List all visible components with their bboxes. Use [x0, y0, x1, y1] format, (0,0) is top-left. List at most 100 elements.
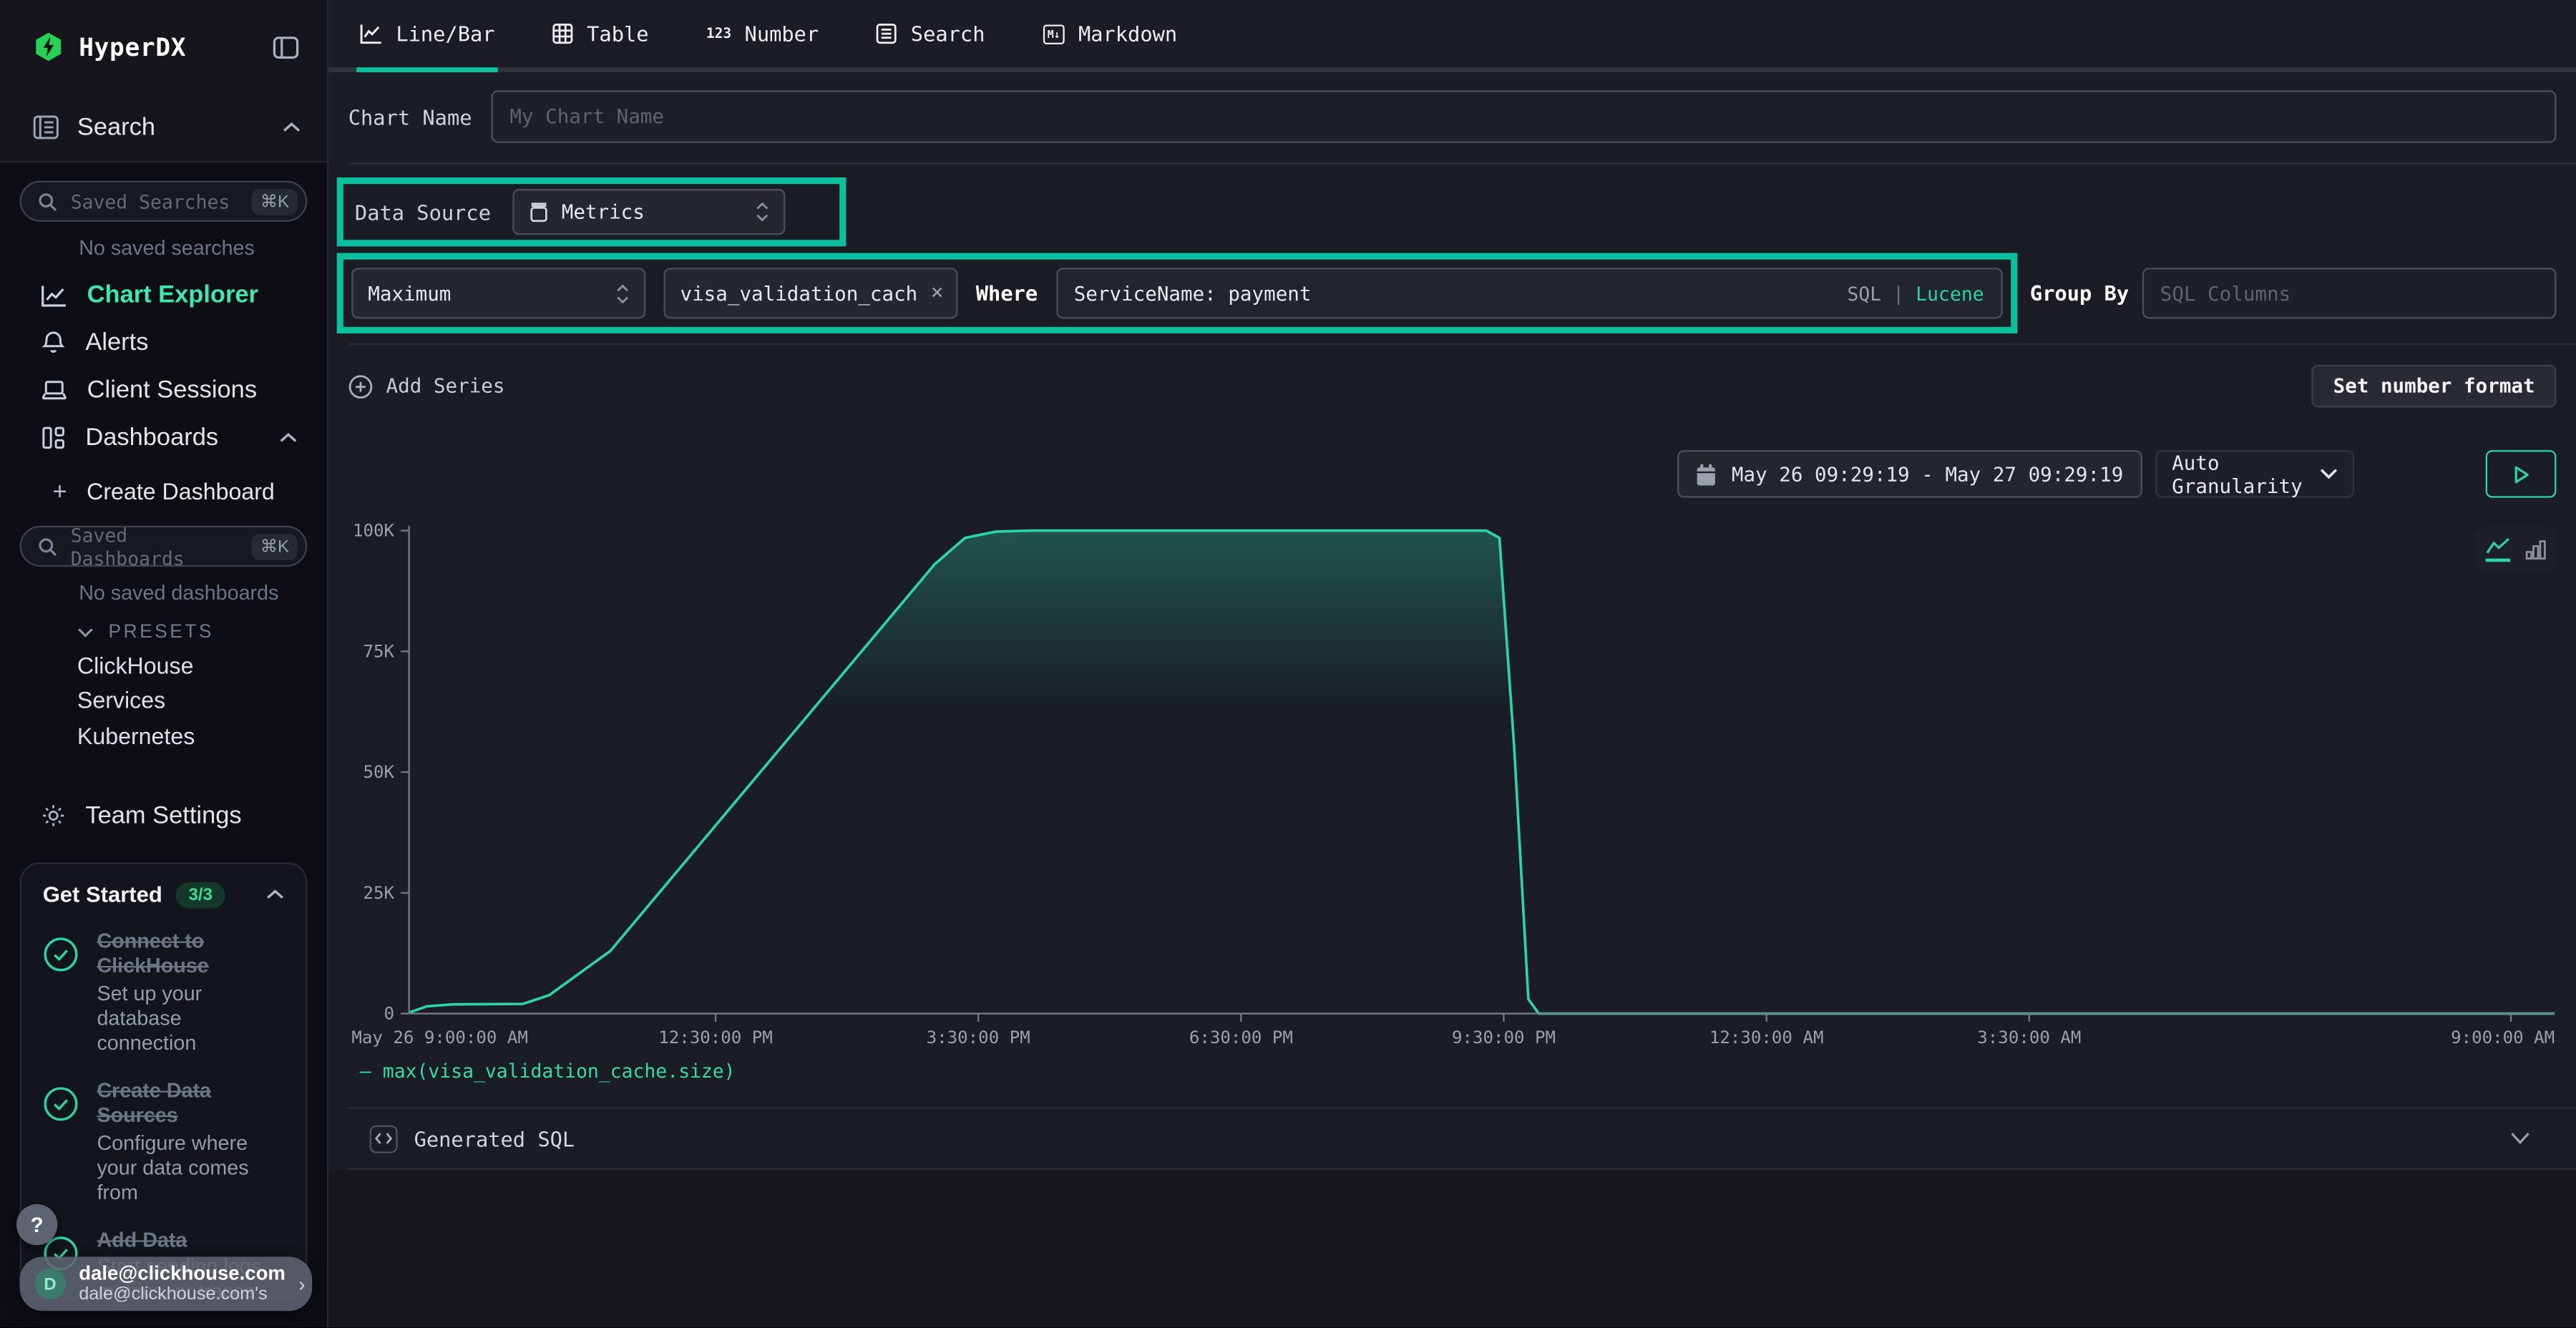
preset-clickhouse[interactable]: ClickHouse [20, 648, 308, 683]
granularity-select[interactable]: Auto Granularity [2155, 450, 2354, 498]
list-doc-icon [877, 23, 898, 44]
tab-markdown[interactable]: M↓ Markdown [1039, 0, 1181, 72]
sidebar-section-search[interactable]: Search [0, 94, 327, 162]
chart-name-placeholder: My Chart Name [509, 105, 664, 128]
chart-builder: Chart Name My Chart Name Data Source Met… [328, 72, 2576, 1170]
get-started-item[interactable]: Create Data Sources Configure where your… [43, 1078, 285, 1206]
chart-name-input[interactable]: My Chart Name [492, 90, 2556, 142]
svg-text:75K: 75K [363, 641, 394, 661]
help-label: ? [31, 1212, 44, 1236]
saved-dashboards-input[interactable]: Saved Dashboards ⌘K [20, 526, 308, 567]
data-source-value: Metrics [562, 200, 743, 223]
saved-searches-input[interactable]: Saved Searches ⌘K [20, 181, 308, 222]
sql-mode-toggle[interactable]: SQL [1847, 282, 1881, 305]
where-input[interactable]: ServiceName: payment SQL | Lucene [1055, 268, 2001, 318]
close-icon[interactable]: × [931, 281, 944, 306]
user-subtitle: dale@clickhouse.com's [79, 1285, 286, 1305]
tab-number[interactable]: 123 Number [703, 0, 821, 72]
group-by-input[interactable]: SQL Columns [2142, 268, 2557, 318]
brand[interactable]: HyperDX [33, 31, 186, 63]
svg-text:100K: 100K [353, 521, 395, 541]
lucene-mode-toggle[interactable]: Lucene [1916, 282, 1984, 305]
sidebar-item-chart-explorer[interactable]: Chart Explorer [20, 271, 308, 319]
chart-name-label: Chart Name [348, 104, 472, 129]
data-source-select[interactable]: Metrics [512, 189, 785, 235]
svg-text:May 26 9:00:00 AM: May 26 9:00:00 AM [351, 1027, 528, 1048]
get-started-progress-badge: 3/3 [175, 882, 225, 908]
sidebar-item-label: Chart Explorer [87, 281, 258, 309]
get-started-item-title: Connect to ClickHouse [97, 929, 284, 980]
date-range-picker[interactable]: May 26 09:29:19 - May 27 09:29:19 [1677, 450, 2142, 498]
markdown-icon: M↓ [1043, 24, 1065, 44]
generated-sql-toggle[interactable]: Generated SQL [348, 1109, 2557, 1168]
no-saved-dashboards-note: No saved dashboards [79, 582, 307, 605]
get-started-item[interactable]: Connect to ClickHouse Set up your databa… [43, 929, 285, 1057]
run-query-button[interactable] [2486, 450, 2557, 498]
chart-toolbar: May 26 09:29:19 - May 27 09:29:19 Auto G… [348, 450, 2557, 498]
tab-label: Markdown [1078, 21, 1177, 46]
chart-style-toggle [2474, 526, 2557, 574]
chevron-up-icon[interactable] [279, 432, 297, 444]
user-menu[interactable]: D dale@clickhouse.com dale@clickhouse.co… [20, 1256, 313, 1311]
get-started-item-subtitle: Set up your database connection [97, 982, 284, 1057]
data-source-label: Data Source [355, 200, 491, 224]
get-started-title: Get Started [43, 882, 162, 907]
svg-text:12:30:00 PM: 12:30:00 PM [658, 1027, 773, 1048]
metric-field-chip[interactable]: visa_validation_cach × [664, 268, 958, 318]
divider [348, 343, 2576, 345]
sidebar-item-label: Client Sessions [87, 376, 257, 404]
line-chart-icon [360, 23, 383, 44]
chevron-down-icon[interactable] [2510, 1132, 2534, 1145]
create-dashboard-button[interactable]: + Create Dashboard [20, 468, 308, 514]
sidebar-item-dashboards[interactable]: Dashboards [20, 414, 308, 462]
granularity-value: Auto Granularity [2172, 451, 2306, 497]
line-style-button[interactable] [2485, 537, 2509, 562]
set-number-format-button[interactable]: Set number format [2312, 365, 2557, 408]
sidebar-item-label: Team Settings [85, 801, 241, 829]
preset-label: Services [77, 687, 165, 713]
add-series-button[interactable]: Add Series [348, 374, 505, 398]
chevron-up-icon[interactable] [283, 122, 301, 133]
chevron-up-icon[interactable] [266, 889, 284, 900]
preset-label: Kubernetes [77, 723, 195, 749]
tab-search[interactable]: Search [873, 0, 988, 72]
sidebar-item-client-sessions[interactable]: Client Sessions [20, 366, 308, 414]
play-icon [2513, 464, 2529, 484]
chart-type-tabbar: Line/Bar Table 123 Number Search M↓ Ma [328, 0, 2576, 72]
presets-header[interactable]: PRESETS [77, 622, 307, 643]
help-button[interactable]: ? [16, 1204, 57, 1245]
saved-searches-placeholder: Saved Searches [71, 190, 230, 213]
timeseries-chart[interactable]: 025K50K75K100KMay 26 9:00:00 AM12:30:00 … [348, 517, 2558, 1053]
bar-style-button[interactable] [2524, 539, 2546, 560]
svg-text:3:30:00 AM: 3:30:00 AM [1977, 1027, 2081, 1048]
calendar-icon [1695, 462, 1717, 485]
aggregation-select[interactable]: Maximum [351, 268, 645, 318]
get-started-item-title: Add Data [97, 1228, 284, 1254]
tab-label: Search [911, 21, 985, 46]
check-circle-icon [43, 936, 79, 1058]
sidebar-item-label: Dashboards [85, 424, 259, 451]
sidebar-body: Saved Searches ⌘K No saved searches Char… [0, 162, 327, 1327]
svg-text:25K: 25K [363, 883, 394, 903]
search-section-label: Search [77, 113, 155, 141]
sidebar-collapse-icon[interactable] [273, 35, 299, 58]
preset-services[interactable]: Services [20, 683, 308, 718]
chart-legend[interactable]: — max(visa_validation_cache.size) [348, 1060, 2557, 1083]
preset-kubernetes[interactable]: Kubernetes [20, 718, 308, 753]
sidebar-item-alerts[interactable]: Alerts [20, 318, 308, 366]
chevron-down-icon [77, 628, 94, 638]
tab-line-bar[interactable]: Line/Bar [356, 0, 498, 72]
shortcut-badge: ⌘K [252, 533, 297, 560]
sidebar-item-team-settings[interactable]: Team Settings [20, 791, 308, 839]
where-label: Where [976, 281, 1038, 306]
group-by-placeholder: SQL Columns [2160, 282, 2290, 305]
bell-icon [41, 330, 65, 354]
chevron-down-icon [2320, 468, 2338, 479]
generated-sql-label: Generated SQL [414, 1126, 575, 1151]
plus-circle-icon [348, 374, 373, 398]
legend-label: max(visa_validation_cache.size) [383, 1060, 736, 1083]
tab-label: Table [587, 21, 648, 46]
gear-icon [41, 803, 65, 827]
legend-marker: — [360, 1060, 371, 1083]
tab-table[interactable]: Table [549, 0, 652, 72]
